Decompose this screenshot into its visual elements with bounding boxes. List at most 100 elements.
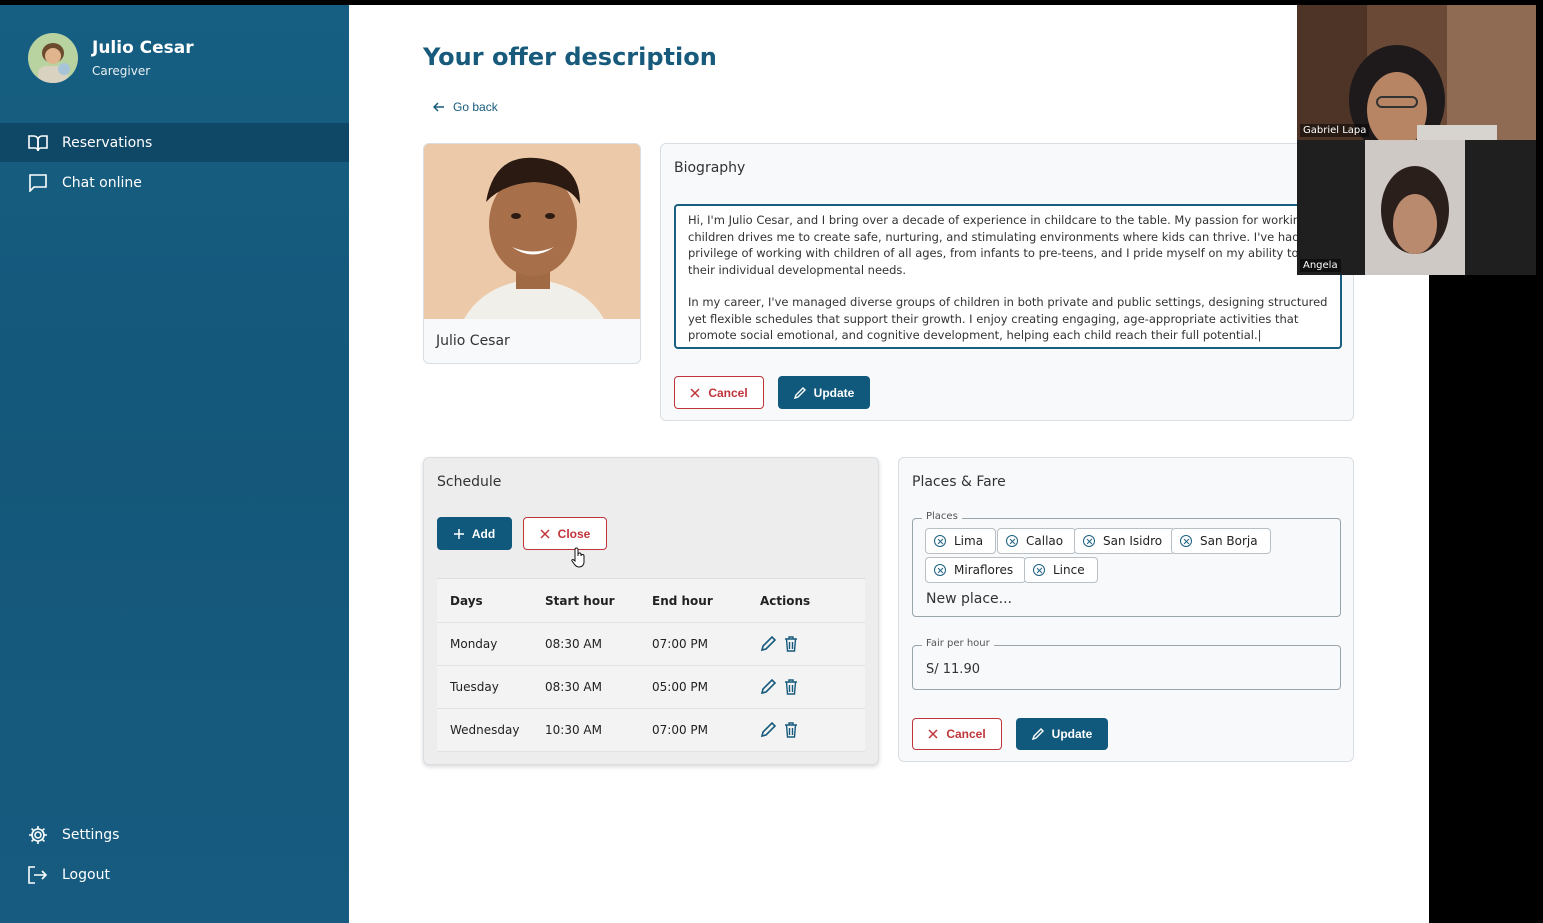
remove-circle-icon[interactable] bbox=[934, 564, 946, 576]
column-header: Start hour bbox=[545, 593, 615, 608]
participant-name: Angela bbox=[1300, 259, 1341, 272]
profile-photo-card: Julio Cesar bbox=[423, 143, 641, 364]
button-label: Cancel bbox=[946, 727, 986, 741]
biography-title: Biography bbox=[674, 160, 746, 176]
places-legend: Places bbox=[922, 511, 962, 522]
biography-paragraph: Hi, I'm Julio Cesar, and I bring over a … bbox=[688, 213, 1324, 277]
chip-label: Lince bbox=[1053, 563, 1085, 577]
sidebar: Julio Cesar Caregiver Reservations Chat … bbox=[0, 5, 349, 923]
table-row: Tuesday 08:30 AM 05:00 PM bbox=[437, 666, 865, 709]
biography-paragraph: In my career, I've managed diverse group… bbox=[688, 295, 1328, 342]
biography-textarea[interactable]: Hi, I'm Julio Cesar, and I bring over a … bbox=[674, 204, 1342, 349]
table-header: Days Start hour End hour Actions bbox=[437, 579, 865, 623]
chip-label: Miraflores bbox=[954, 563, 1014, 577]
plus-icon bbox=[453, 528, 464, 539]
remove-circle-icon[interactable] bbox=[934, 535, 946, 547]
new-place-input[interactable]: New place... bbox=[926, 591, 1012, 607]
button-label: Update bbox=[1051, 727, 1093, 741]
avatar bbox=[28, 33, 78, 83]
user-name: Julio Cesar bbox=[92, 38, 194, 58]
sidebar-item-logout[interactable]: Logout bbox=[0, 855, 349, 894]
schedule-title: Schedule bbox=[437, 474, 502, 490]
remove-circle-icon[interactable] bbox=[1033, 564, 1045, 576]
sidebar-item-label: Reservations bbox=[62, 134, 153, 151]
chip-label: San Isidro bbox=[1103, 534, 1163, 548]
start-hour-cell: 08:30 AM bbox=[545, 637, 602, 651]
page-title: Your offer description bbox=[423, 43, 717, 71]
places-fare-card: Places & Fare Places Lima Callao San Isi… bbox=[898, 457, 1354, 762]
table-row: Wednesday 10:30 AM 07:00 PM bbox=[437, 709, 865, 752]
fare-field[interactable]: Fair per hour S/ 11.90 bbox=[912, 638, 1341, 690]
remove-circle-icon[interactable] bbox=[1083, 535, 1095, 547]
close-schedule-button[interactable]: Close bbox=[523, 517, 607, 550]
arrow-left-icon bbox=[433, 102, 444, 112]
sidebar-item-reservations[interactable]: Reservations bbox=[0, 123, 349, 162]
user-role: Caregiver bbox=[92, 64, 151, 78]
place-chip[interactable]: Lima bbox=[925, 528, 997, 554]
column-header: Actions bbox=[760, 593, 811, 608]
pencil-icon bbox=[793, 386, 806, 399]
column-header: Days bbox=[450, 593, 483, 608]
chip-label: San Borja bbox=[1200, 534, 1258, 548]
logout-icon bbox=[28, 865, 48, 884]
fare-legend: Fair per hour bbox=[922, 638, 994, 649]
day-cell: Tuesday bbox=[450, 680, 499, 694]
video-tile-participant2[interactable]: Angela bbox=[1297, 140, 1536, 275]
profile-photo-name: Julio Cesar bbox=[436, 333, 510, 349]
close-icon bbox=[690, 387, 700, 398]
sidebar-item-label: Logout bbox=[62, 866, 110, 883]
pencil-icon[interactable] bbox=[760, 679, 776, 695]
biography-cancel-button[interactable]: Cancel bbox=[674, 376, 764, 409]
place-chip[interactable]: San Borja bbox=[1171, 528, 1271, 554]
places-cancel-button[interactable]: Cancel bbox=[912, 718, 1002, 750]
chat-icon bbox=[29, 173, 47, 192]
place-chip[interactable]: Miraflores bbox=[925, 557, 1027, 583]
pencil-icon[interactable] bbox=[760, 636, 776, 652]
participant-name: Gabriel Lapa bbox=[1300, 124, 1370, 137]
start-hour-cell: 08:30 AM bbox=[545, 680, 602, 694]
place-chip[interactable]: Callao bbox=[997, 528, 1077, 554]
column-header: End hour bbox=[652, 593, 713, 608]
place-chip[interactable]: Lince bbox=[1024, 557, 1098, 583]
pencil-icon[interactable] bbox=[760, 722, 776, 738]
trash-icon[interactable] bbox=[784, 722, 798, 738]
day-cell: Monday bbox=[450, 637, 498, 651]
sidebar-item-label: Chat online bbox=[62, 174, 142, 191]
trash-icon[interactable] bbox=[784, 679, 798, 695]
video-tile-participant1[interactable]: Gabriel Lapa bbox=[1297, 5, 1536, 140]
go-back-link[interactable]: Go back bbox=[433, 100, 498, 114]
places-update-button[interactable]: Update bbox=[1016, 718, 1108, 750]
biography-update-button[interactable]: Update bbox=[778, 376, 870, 409]
close-icon bbox=[540, 528, 550, 539]
sidebar-item-settings[interactable]: Settings bbox=[0, 815, 349, 854]
sidebar-item-label: Settings bbox=[62, 826, 120, 843]
schedule-card: Schedule Add Close Days Start hour End h… bbox=[423, 457, 879, 765]
trash-icon[interactable] bbox=[784, 636, 798, 652]
day-cell: Wednesday bbox=[450, 723, 520, 737]
places-fare-title: Places & Fare bbox=[912, 474, 1006, 490]
actions-cell bbox=[760, 636, 865, 652]
user-profile: Julio Cesar Caregiver bbox=[28, 33, 194, 83]
table-row: Monday 08:30 AM 07:00 PM bbox=[437, 623, 865, 666]
place-chip[interactable]: San Isidro bbox=[1074, 528, 1176, 554]
end-hour-cell: 07:00 PM bbox=[652, 637, 708, 651]
schedule-table: Days Start hour End hour Actions Monday … bbox=[437, 578, 865, 752]
add-schedule-button[interactable]: Add bbox=[437, 517, 512, 550]
actions-cell bbox=[760, 679, 865, 695]
places-field: Places Lima Callao San Isidro San Borja … bbox=[912, 511, 1341, 617]
button-label: Update bbox=[813, 385, 855, 400]
pencil-icon bbox=[1031, 728, 1044, 740]
profile-photo bbox=[424, 144, 640, 319]
button-label: Close bbox=[557, 526, 591, 541]
remove-circle-icon[interactable] bbox=[1006, 535, 1018, 547]
gear-icon bbox=[29, 825, 47, 844]
chip-label: Callao bbox=[1026, 534, 1064, 548]
sidebar-item-chat[interactable]: Chat online bbox=[0, 163, 349, 202]
start-hour-cell: 10:30 AM bbox=[545, 723, 602, 737]
biography-card: Biography Hi, I'm Julio Cesar, and I bri… bbox=[660, 143, 1354, 421]
book-icon bbox=[28, 134, 48, 151]
remove-circle-icon[interactable] bbox=[1180, 535, 1192, 547]
button-label: Cancel bbox=[708, 385, 748, 400]
button-label: Add bbox=[471, 526, 496, 541]
end-hour-cell: 05:00 PM bbox=[652, 680, 708, 694]
